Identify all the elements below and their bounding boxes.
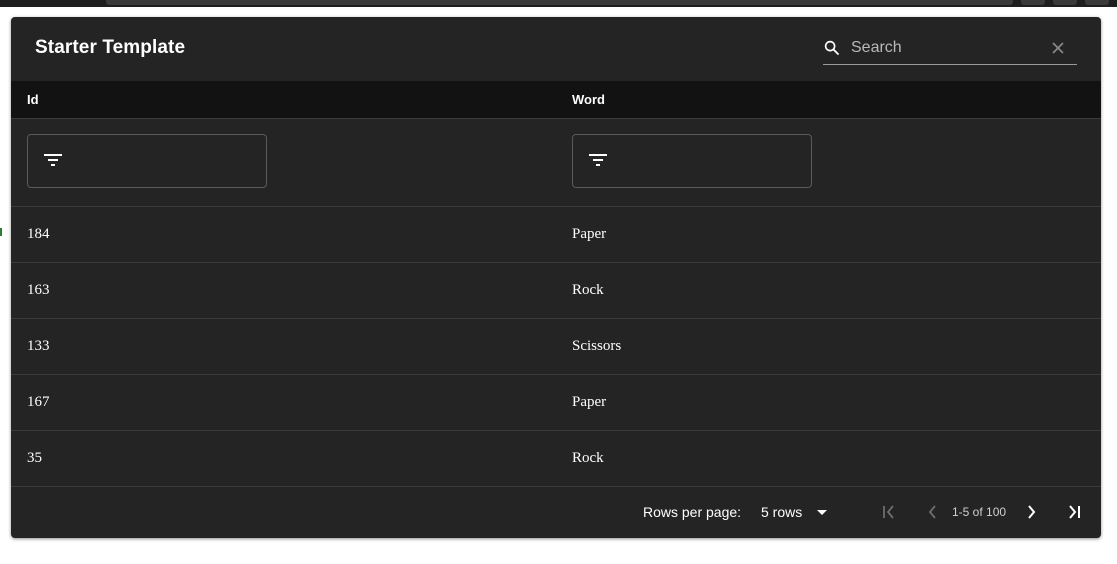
filter-row	[11, 119, 1101, 207]
id-cell: 133	[27, 338, 50, 354]
rows-per-page-select[interactable]: 5 rows	[761, 501, 831, 523]
table-header: Id Word	[11, 81, 1101, 119]
table-row[interactable]: 35 Rock	[11, 431, 1101, 487]
data-table-panel: Starter Template Id Word	[11, 17, 1101, 538]
toolbar-button[interactable]	[1053, 0, 1077, 5]
id-cell: 163	[27, 282, 50, 298]
search-icon	[824, 40, 839, 55]
pagination-bar: Rows per page: 5 rows 1-5 of 100	[11, 486, 1101, 538]
filter-list-icon	[589, 154, 607, 166]
table-title: Starter Template	[35, 37, 186, 58]
rows-per-page-label: Rows per page:	[643, 504, 742, 520]
word-filter-input[interactable]	[621, 149, 801, 173]
table-row[interactable]: 167 Paper	[11, 375, 1101, 431]
last-page-button[interactable]	[1062, 499, 1088, 525]
word-filter-field[interactable]	[572, 134, 812, 188]
last-page-icon	[1069, 505, 1080, 519]
word-cell: Scissors	[572, 338, 622, 354]
page-range-text: 1-5 of 100	[952, 505, 1007, 519]
id-cell: 167	[27, 394, 50, 410]
word-cell: Rock	[572, 282, 604, 298]
id-filter-field[interactable]	[27, 134, 267, 188]
column-header-id[interactable]: Id	[27, 92, 39, 107]
toolbar-button[interactable]	[1085, 0, 1109, 5]
word-cell: Paper	[572, 226, 607, 242]
id-cell: 35	[27, 450, 42, 466]
toolbar-button[interactable]	[1021, 0, 1045, 5]
next-page-button[interactable]	[1019, 499, 1045, 525]
first-page-button[interactable]	[876, 499, 902, 525]
id-cell: 184	[27, 226, 50, 242]
browser-top-bar	[0, 0, 1117, 7]
table-toolbar: Starter Template	[11, 17, 1101, 81]
column-header-word[interactable]: Word	[572, 92, 605, 107]
edge-marker	[0, 228, 2, 236]
chevron-left-icon	[928, 505, 936, 519]
address-bar[interactable]	[106, 0, 1013, 5]
word-cell: Paper	[572, 394, 607, 410]
arrow-drop-down-icon	[817, 510, 827, 515]
first-page-icon	[883, 505, 894, 519]
table-row[interactable]: 133 Scissors	[11, 319, 1101, 375]
close-icon[interactable]	[1051, 41, 1065, 55]
id-filter-input[interactable]	[76, 149, 256, 173]
search-field[interactable]	[823, 35, 1077, 65]
previous-page-button[interactable]	[919, 499, 945, 525]
chevron-right-icon	[1028, 505, 1036, 519]
word-cell: Rock	[572, 450, 604, 466]
search-input[interactable]	[851, 37, 1041, 59]
table-row[interactable]: 184 Paper	[11, 207, 1101, 263]
filter-list-icon	[44, 154, 62, 166]
table-row[interactable]: 163 Rock	[11, 263, 1101, 319]
rows-per-page-value: 5 rows	[761, 504, 803, 520]
